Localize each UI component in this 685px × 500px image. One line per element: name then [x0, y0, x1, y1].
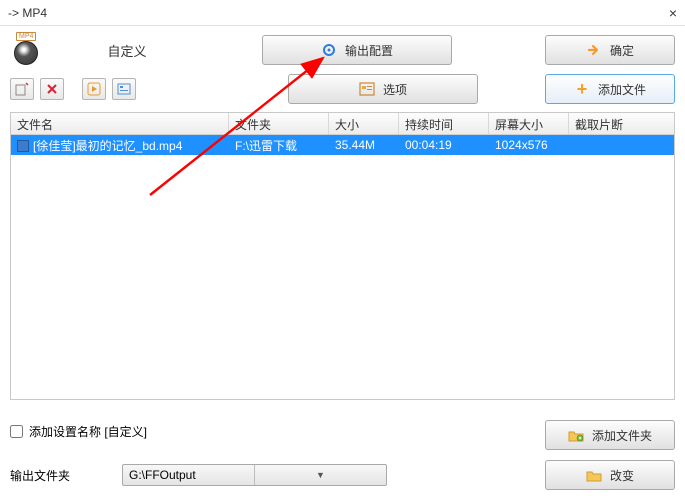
- add-file-label: 添加文件: [598, 81, 646, 98]
- col-size[interactable]: 大小: [329, 113, 399, 134]
- col-duration[interactable]: 持续时间: [399, 113, 489, 134]
- output-folder-combo[interactable]: G:\FFOutput ▼: [122, 464, 387, 486]
- delete-button[interactable]: [40, 78, 64, 100]
- options-button[interactable]: 选项: [288, 74, 478, 104]
- output-config-label: 输出配置: [345, 42, 393, 59]
- output-config-button[interactable]: 输出配置: [262, 35, 452, 65]
- add-folder-label: 添加文件夹: [592, 427, 652, 444]
- add-file-button[interactable]: + 添加文件: [545, 74, 675, 104]
- cell-screen: 1024x576: [489, 136, 569, 154]
- add-preset-check[interactable]: [10, 425, 23, 438]
- folder-plus-icon: [568, 427, 584, 443]
- col-folder[interactable]: 文件夹: [229, 113, 329, 134]
- plus-icon: +: [574, 81, 590, 97]
- add-preset-checkbox[interactable]: 添加设置名称 [自定义]: [10, 423, 147, 440]
- remove-button[interactable]: [10, 78, 34, 100]
- change-button[interactable]: 改变: [545, 460, 675, 490]
- window-title: -> MP4: [8, 6, 47, 20]
- add-preset-label: 添加设置名称 [自定义]: [29, 423, 147, 440]
- format-icon: MP4: [10, 34, 42, 66]
- video-file-icon: [17, 140, 29, 152]
- file-table: 文件名 文件夹 大小 持续时间 屏幕大小 截取片断 [徐佳莹]最初的记忆_bd.…: [10, 112, 675, 400]
- col-screen[interactable]: 屏幕大小: [489, 113, 569, 134]
- arrow-right-icon: [586, 42, 602, 58]
- gear-icon: [321, 42, 337, 58]
- ok-label: 确定: [610, 42, 634, 59]
- table-row[interactable]: [徐佳莹]最初的记忆_bd.mp4 F:\迅雷下载 35.44M 00:04:1…: [11, 135, 674, 155]
- col-filename[interactable]: 文件名: [11, 113, 229, 134]
- chevron-down-icon[interactable]: ▼: [254, 465, 386, 485]
- options-label: 选项: [383, 81, 407, 98]
- cell-filename: [徐佳莹]最初的记忆_bd.mp4: [33, 139, 182, 153]
- output-folder-value: G:\FFOutput: [123, 468, 254, 482]
- info-button[interactable]: [112, 78, 136, 100]
- ok-button[interactable]: 确定: [545, 35, 675, 65]
- custom-label: 自定义: [52, 41, 202, 60]
- add-folder-button[interactable]: 添加文件夹: [545, 420, 675, 450]
- cell-clip: [569, 143, 674, 147]
- format-badge: MP4: [16, 32, 36, 41]
- options-icon: [359, 81, 375, 97]
- output-folder-label: 输出文件夹: [10, 467, 110, 484]
- folder-icon: [586, 467, 602, 483]
- cell-duration: 00:04:19: [399, 136, 489, 154]
- change-label: 改变: [610, 467, 634, 484]
- cell-folder: F:\迅雷下载: [229, 135, 329, 156]
- col-clip[interactable]: 截取片断: [569, 113, 674, 134]
- close-icon[interactable]: ×: [669, 5, 677, 21]
- play-button[interactable]: [82, 78, 106, 100]
- cell-size: 35.44M: [329, 136, 399, 154]
